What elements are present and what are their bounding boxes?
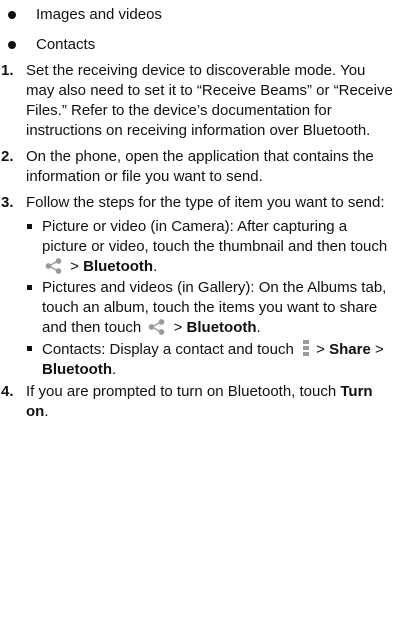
step-2: 2. On the phone, open the application th… [0,147,401,187]
step-4: 4. If you are prompted to turn on Blueto… [0,382,401,422]
separator: > [70,258,79,275]
share-icon [149,319,165,335]
step-text: Follow the steps for the type of item yo… [26,194,385,211]
bullet-item: Images and videos [0,5,401,25]
step-number: 3. [1,194,14,211]
sub-text: Picture or video (in Camera): After capt… [42,218,388,255]
step-text: On the phone, open the application that … [26,148,374,185]
separator: > [374,341,384,358]
square-bullet [27,346,32,351]
square-bullet [27,285,32,290]
step-number: 1. [1,62,14,79]
step-text: If you are prompted to turn on Bluetooth… [26,383,337,400]
step-number: 4. [1,383,14,400]
period: . [44,403,49,420]
bold-bluetooth: Bluetooth [83,258,154,275]
separator: > [173,319,183,336]
bullet-dot [8,41,16,49]
period: . [256,319,261,336]
sub-item-gallery: Pictures and videos (in Gallery): On the… [0,278,401,338]
share-icon [45,258,62,274]
step-text: Set the receiving device to discoverable… [26,62,393,139]
bullet-dot [8,11,16,19]
bullet-text: Images and videos [36,6,162,23]
bold-share: Share [329,341,371,358]
menu-icon [302,340,309,356]
sub-item-camera: Picture or video (in Camera): After capt… [0,217,401,277]
separator: > [316,341,325,358]
period: . [111,361,117,378]
step-1: 1. Set the receiving device to discovera… [0,61,401,141]
document-page: Images and videos Contacts 1. Set the re… [0,0,401,422]
sub-text: Contacts: Display a contact and touch [42,341,294,358]
bullet-text: Contacts [36,36,96,53]
bold-bluetooth: Bluetooth [186,319,257,336]
sub-item-contacts: Contacts: Display a contact and touch > … [0,339,401,380]
bullet-item: Contacts [0,35,401,55]
square-bullet [27,224,32,229]
period: . [153,258,158,275]
step-number: 2. [1,148,14,165]
step-3: 3. Follow the steps for the type of item… [0,193,401,213]
bold-bluetooth: Bluetooth [42,361,112,378]
